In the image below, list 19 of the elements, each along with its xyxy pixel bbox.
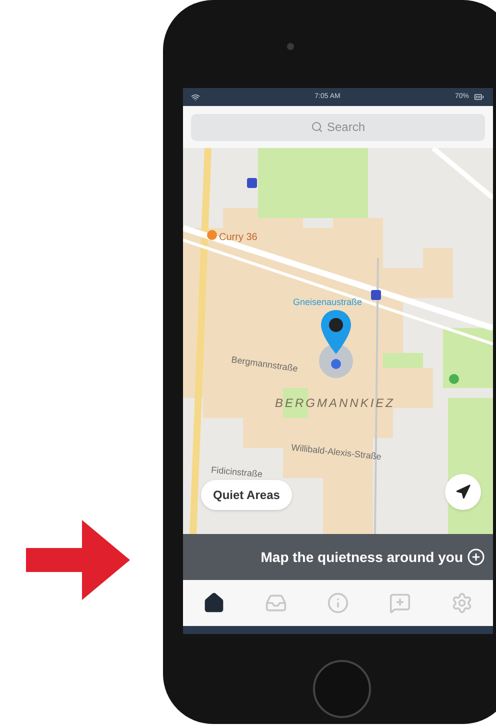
banner-text: Map the quietness around you [260,548,463,567]
search-icon [310,121,323,133]
wifi-icon [191,92,200,102]
search-placeholder: Search [326,119,366,136]
poi-label: Curry 36 [219,231,258,245]
home-icon [203,592,225,614]
street-label: Fidicinstraße [210,464,263,482]
station-label: Gneisenaustraße [293,296,362,309]
inbox-icon [265,592,287,614]
chat-plus-icon [389,592,411,614]
map-quietness-banner[interactable]: Map the quietness around you [183,534,493,580]
arrow-icon [26,520,130,600]
gear-icon [451,592,473,614]
navigation-arrow-icon [455,484,471,500]
battery-icon [472,92,485,102]
plus-circle-icon [467,548,485,566]
quiet-areas-button[interactable]: Quiet Areas [201,480,292,510]
district-label: BERGMANNKIEZ [275,395,396,412]
info-icon [327,592,349,614]
